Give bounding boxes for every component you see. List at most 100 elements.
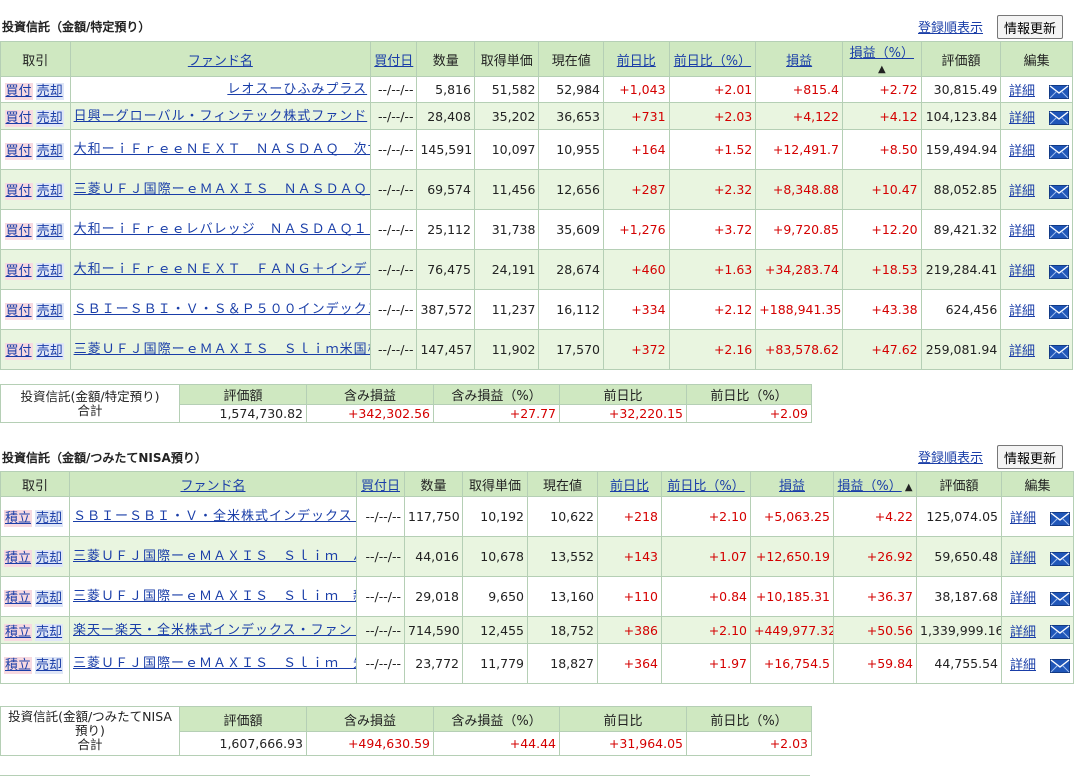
envelope-icon[interactable] — [1049, 84, 1069, 99]
sort-link-profit-loss-pct[interactable]: 損益（%） — [837, 479, 901, 494]
sell-link[interactable]: 売却 — [35, 183, 64, 200]
detail-link[interactable]: 詳細 — [1009, 84, 1035, 99]
registration-order-link-nisa[interactable]: 登録順表示 — [918, 447, 983, 466]
detail-link[interactable]: 詳細 — [1010, 591, 1036, 606]
sell-link[interactable]: 売却 — [35, 109, 64, 127]
buy-link[interactable]: 買付 — [4, 143, 33, 160]
fund-name-link[interactable]: ＳＢＩーＳＢＩ・Ｖ・Ｓ＆Ｐ５００インデックス・ファンド — [74, 302, 370, 317]
buy-date: --/--/-- — [370, 102, 418, 130]
buy-date: --/--/-- — [370, 209, 418, 250]
fund-name-link[interactable]: レオスーひふみプラス — [227, 82, 367, 97]
sell-link[interactable]: 売却 — [35, 590, 64, 607]
sell-link[interactable]: 売却 — [35, 550, 64, 567]
buy-link[interactable]: 積立 — [4, 590, 33, 607]
envelope-icon[interactable] — [1049, 111, 1069, 125]
sort-link-day-change[interactable]: 前日比 — [610, 479, 649, 494]
sort-link-day-change[interactable]: 前日比 — [617, 54, 656, 69]
sell-link[interactable]: 売却 — [35, 303, 64, 320]
detail-link[interactable]: 詳細 — [1010, 511, 1036, 526]
buy-link[interactable]: 積立 — [4, 623, 33, 641]
detail-link[interactable]: 詳細 — [1009, 304, 1035, 319]
buy-date: --/--/-- — [370, 329, 418, 370]
envelope-icon[interactable] — [1050, 625, 1070, 639]
column-header-day-change-pct[interactable]: 前日比（%） — [661, 471, 751, 497]
sort-link-day-change-pct[interactable]: 前日比（%） — [667, 479, 744, 494]
buy-link[interactable]: 積立 — [4, 550, 33, 567]
sell-link[interactable]: 売却 — [35, 657, 64, 674]
sell-link[interactable]: 売却 — [35, 143, 64, 160]
fund-name-link[interactable]: 楽天ー楽天・全米株式インデックス・ファンド — [73, 623, 356, 638]
sell-link[interactable]: 売却 — [35, 623, 64, 641]
buy-link[interactable]: 買付 — [4, 263, 33, 280]
column-header-buy-date[interactable]: 買付日 — [356, 471, 405, 497]
column-header-fund-name[interactable]: ファンド名 — [69, 41, 372, 77]
envelope-icon[interactable] — [1049, 184, 1069, 199]
sort-link-day-change-pct[interactable]: 前日比（%） — [674, 54, 751, 69]
sell-link[interactable]: 売却 — [35, 223, 64, 240]
column-header-profit-loss-pct[interactable]: 損益（%） ▲ — [833, 471, 917, 497]
buy-link[interactable]: 積立 — [4, 510, 33, 527]
sort-link-profit-loss[interactable]: 損益 — [779, 479, 805, 494]
sell-link[interactable]: 売却 — [35, 263, 64, 280]
detail-link[interactable]: 詳細 — [1010, 625, 1036, 640]
detail-link[interactable]: 詳細 — [1010, 658, 1036, 673]
fund-name-link[interactable]: 三菱ＵＦＪ国際ーｅＭＡＸＩＳ Ｓｌｉｍ米国株式（Ｓ＆Ｐ５００） — [74, 342, 370, 357]
envelope-icon[interactable] — [1050, 511, 1070, 526]
fund-name-link[interactable]: 三菱ＵＦＪ国際ーｅＭＡＸＩＳ Ｓｌｉｍ 先進国株式インデックス — [73, 656, 356, 671]
buy-date: --/--/-- — [356, 616, 405, 644]
envelope-icon[interactable] — [1049, 224, 1069, 239]
fund-name-link[interactable]: 三菱ＵＦＪ国際ーｅＭＡＸＩＳ Ｓｌｉｍ バランス（８資産均等型） — [73, 549, 356, 564]
buy-link[interactable]: 積立 — [4, 657, 33, 674]
column-header-day-change[interactable]: 前日比 — [597, 471, 662, 497]
column-header-day-change-pct[interactable]: 前日比（%） — [668, 41, 757, 77]
detail-link[interactable]: 詳細 — [1009, 264, 1035, 279]
sell-link[interactable]: 売却 — [35, 510, 64, 527]
fund-name-link[interactable]: 大和ーｉＦｒｅｅレバレッジ ＮＡＳＤＡＱ１００ — [74, 222, 370, 237]
buy-link[interactable]: 買付 — [4, 83, 33, 100]
sort-link-profit-loss-pct[interactable]: 損益（%） — [850, 46, 914, 61]
envelope-icon[interactable] — [1049, 144, 1069, 159]
envelope-icon[interactable] — [1050, 591, 1070, 606]
detail-link[interactable]: 詳細 — [1009, 184, 1035, 199]
buy-link[interactable]: 買付 — [4, 343, 33, 360]
envelope-icon[interactable] — [1049, 304, 1069, 319]
buy-link[interactable]: 買付 — [4, 223, 33, 240]
envelope-icon[interactable] — [1049, 264, 1069, 279]
trade-cell: 積立 売却 — [0, 576, 70, 617]
sort-link-buy-date[interactable]: 買付日 — [374, 54, 413, 69]
column-header-buy-date[interactable]: 買付日 — [370, 41, 418, 77]
refresh-button[interactable]: 情報更新 — [997, 15, 1064, 39]
sort-link-profit-loss[interactable]: 損益 — [786, 54, 812, 69]
fund-name-link[interactable]: 大和ーｉＦｒｅｅＮＥＸＴ ＮＡＳＤＡＱ 次世代５０ — [74, 142, 370, 157]
buy-link[interactable]: 買付 — [4, 303, 33, 320]
envelope-icon[interactable] — [1050, 551, 1070, 566]
refresh-button-nisa[interactable]: 情報更新 — [997, 445, 1064, 469]
column-header-profit-loss-pct[interactable]: 損益（%） ▲ — [841, 41, 922, 77]
column-header-profit-loss[interactable]: 損益 — [755, 41, 843, 77]
sell-link[interactable]: 売却 — [35, 83, 64, 100]
envelope-icon[interactable] — [1049, 344, 1069, 359]
buy-link[interactable]: 買付 — [4, 109, 33, 127]
fund-name-link[interactable]: 日興ーグローバル・フィンテック株式ファンド — [74, 109, 368, 124]
column-header-profit-loss[interactable]: 損益 — [750, 471, 834, 497]
sell-link[interactable]: 売却 — [35, 343, 64, 360]
detail-link[interactable]: 詳細 — [1009, 344, 1035, 359]
fund-name-link[interactable]: ＳＢＩーＳＢＩ・Ｖ・全米株式インデックス・ファンド — [73, 509, 356, 524]
sort-link-buy-date[interactable]: 買付日 — [361, 479, 400, 494]
summary-valuation: 1,574,730.82 — [179, 404, 307, 423]
column-header-fund-name[interactable]: ファンド名 — [69, 471, 357, 497]
column-header-day-change[interactable]: 前日比 — [603, 41, 670, 77]
sort-link-fund-name[interactable]: ファンド名 — [180, 479, 245, 494]
registration-order-link[interactable]: 登録順表示 — [918, 17, 983, 36]
fund-name-link[interactable]: 三菱ＵＦＪ国際ーｅＭＡＸＩＳ ＮＡＳＤＡＱ１００インデックス — [74, 182, 370, 197]
detail-link[interactable]: 詳細 — [1010, 551, 1036, 566]
detail-link[interactable]: 詳細 — [1009, 144, 1035, 159]
fund-name-link[interactable]: 大和ーｉＦｒｅｅＮＥＸＴ ＦＡＮＧ＋インデックス — [74, 262, 370, 277]
day-change: +731 — [603, 102, 670, 130]
buy-link[interactable]: 買付 — [4, 183, 33, 200]
sort-link-fund-name[interactable]: ファンド名 — [188, 54, 253, 69]
detail-link[interactable]: 詳細 — [1009, 224, 1035, 239]
detail-link[interactable]: 詳細 — [1009, 111, 1035, 126]
fund-name-link[interactable]: 三菱ＵＦＪ国際ーｅＭＡＸＩＳ Ｓｌｉｍ 新興国株式インデックス — [73, 589, 356, 604]
envelope-icon[interactable] — [1050, 658, 1070, 673]
